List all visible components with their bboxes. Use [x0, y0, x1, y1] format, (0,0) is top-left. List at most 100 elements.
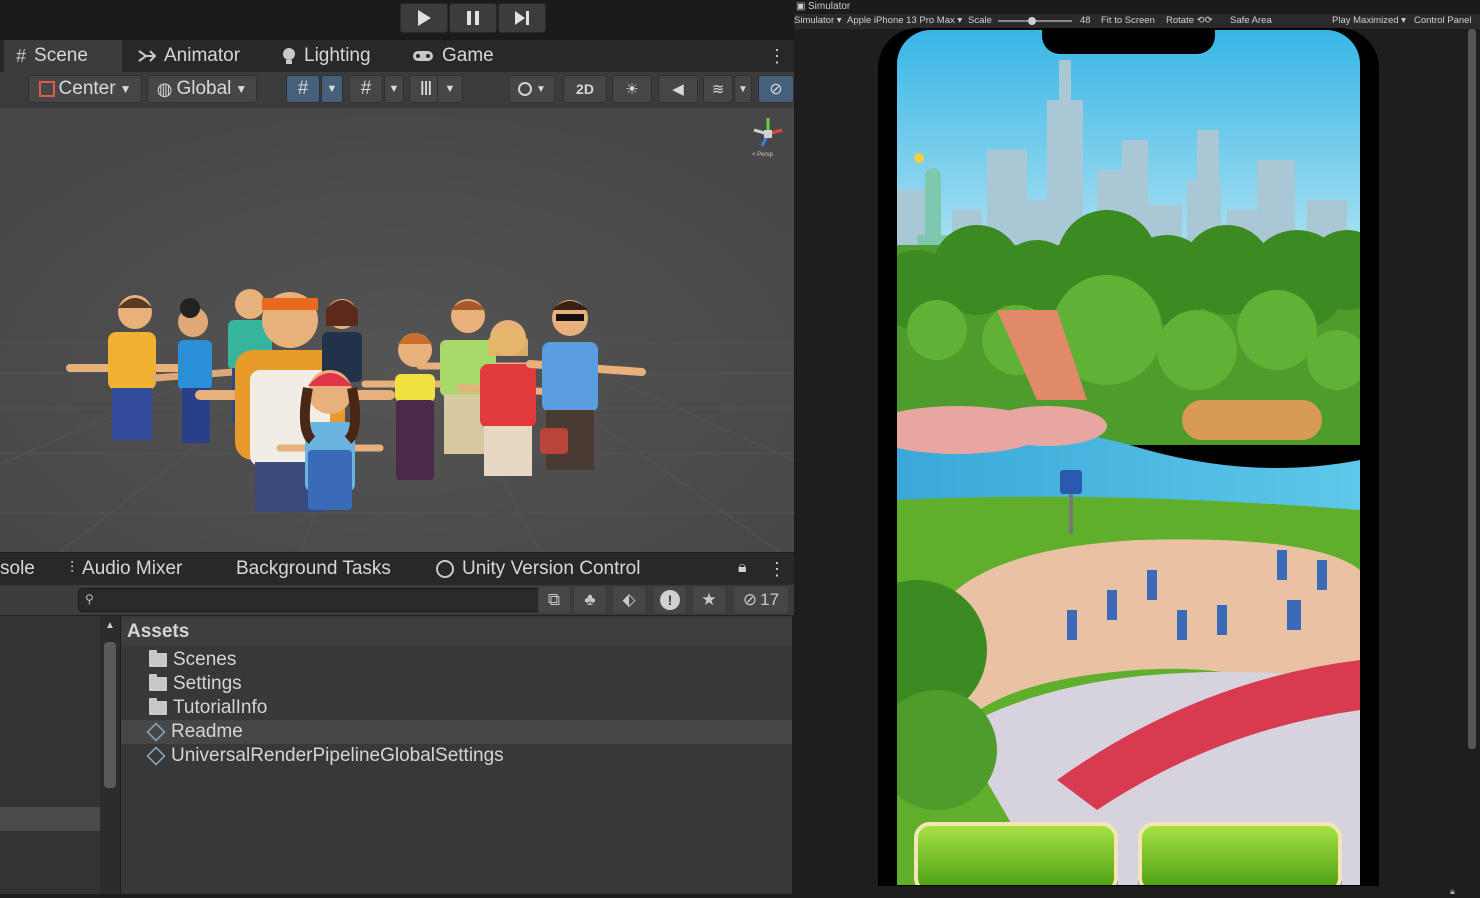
tab-lighting[interactable]: Lighting: [282, 40, 371, 72]
folder-icon: [149, 674, 167, 691]
tab-animator[interactable]: Animator: [138, 40, 240, 72]
effects-dropdown[interactable]: ▼: [734, 75, 752, 103]
rotate-button[interactable]: Rotate ⟲⟳: [1166, 15, 1213, 26]
grid-snap-button[interactable]: #: [286, 75, 320, 103]
kebab-menu-icon[interactable]: ⋮: [768, 559, 786, 579]
chevron-down-icon: ▼: [119, 82, 132, 96]
device-notch: [1042, 28, 1215, 54]
fit-to-screen-button[interactable]: Fit to Screen: [1101, 15, 1155, 26]
scrollbar-thumb[interactable]: [104, 642, 116, 788]
shading-mode-dropdown[interactable]: ▼: [509, 75, 555, 103]
scene-viewport[interactable]: < Persp: [0, 108, 794, 552]
pivot-dropdown[interactable]: Center ▼: [28, 75, 142, 103]
mode-2d-button[interactable]: 2D: [563, 75, 607, 103]
simulator-mode-dropdown[interactable]: Simulator ▾: [794, 15, 842, 26]
tab-scene[interactable]: # Scene: [4, 40, 122, 72]
star-icon: ★: [701, 590, 717, 609]
search-icon: ⚲: [85, 592, 94, 606]
control-panel-button[interactable]: Control Panel: [1414, 15, 1472, 26]
bulb-icon: [283, 48, 295, 64]
projection-label[interactable]: < Persp: [752, 152, 773, 158]
scale-slider-thumb[interactable]: [1028, 17, 1036, 25]
audio-toggle-button[interactable]: ◀: [658, 75, 698, 103]
lock-icon[interactable]: 🔒︎: [1450, 886, 1455, 897]
play-mode-dropdown[interactable]: Play Maximized ▾: [1332, 15, 1406, 26]
ruler-dropdown[interactable]: ▼: [437, 75, 463, 103]
orientation-gizmo[interactable]: [748, 114, 788, 154]
step-icon: [515, 11, 529, 25]
pivot-icon: [38, 81, 55, 97]
game-left-button[interactable]: [914, 822, 1118, 885]
lighting-toggle-button[interactable]: ☀: [612, 75, 652, 103]
safe-area-toggle[interactable]: Safe Area: [1230, 15, 1272, 26]
game-screen[interactable]: [897, 30, 1360, 885]
filter-issues-button[interactable]: !: [654, 587, 686, 613]
tree-selected-row[interactable]: [0, 807, 100, 831]
lock-icon[interactable]: 🔒︎: [738, 559, 747, 577]
filter-by-label-button[interactable]: ⬖: [613, 587, 645, 613]
scene-toolbar: Center ▼ ◍ Global ▼ # ▼ # ▼ Ⅲ ▼ ▼ 2D ☀ ◀…: [0, 72, 794, 109]
folder-tree-panel[interactable]: [0, 616, 101, 894]
project-files-panel: Assets Scenes Settings TutorialInfo Read…: [121, 616, 792, 894]
effects-button[interactable]: ≋: [703, 75, 733, 103]
tab-game[interactable]: Game: [412, 40, 494, 72]
shapes-icon: ♣: [584, 590, 596, 609]
list-item[interactable]: UniversalRenderPipelineGlobalSettings: [121, 744, 792, 768]
tree-scrollbar[interactable]: ▲: [100, 616, 121, 894]
search-window-icon: ⧉: [547, 590, 561, 609]
filter-by-type-button[interactable]: ♣: [574, 587, 606, 613]
increment-snap-button[interactable]: #: [349, 75, 383, 103]
scene-visibility-button[interactable]: ⊘: [758, 75, 794, 103]
character-bearded-man: [66, 295, 194, 440]
simulator-scrollbar[interactable]: [1468, 29, 1476, 749]
exclamation-icon: !: [660, 590, 680, 610]
play-icon: [418, 10, 431, 26]
kebab-menu-icon[interactable]: ⋮: [768, 46, 786, 66]
chevron-down-icon: ▼: [536, 83, 546, 95]
scroll-up-icon[interactable]: ▲: [105, 620, 115, 631]
grid-icon: #: [297, 78, 309, 99]
tab-console[interactable]: sole: [0, 553, 35, 585]
favorites-button[interactable]: ★: [693, 587, 725, 613]
game-scene-art: [897, 30, 1360, 885]
pause-icon: [467, 11, 479, 25]
grid-snap-dropdown[interactable]: ▼: [321, 75, 343, 103]
layers-icon: ≋: [711, 81, 725, 98]
device-dropdown[interactable]: Apple iPhone 13 Pro Max ▾: [847, 15, 962, 26]
play-button[interactable]: [400, 3, 448, 33]
simulator-toolbar: Simulator ▾ Apple iPhone 13 Pro Max ▾ Sc…: [794, 14, 1480, 29]
simulator-window-icon: ▣: [796, 1, 806, 12]
tag-icon: ⬖: [622, 590, 636, 609]
tab-background-tasks[interactable]: Background Tasks: [236, 553, 391, 585]
list-item[interactable]: Settings: [121, 672, 792, 696]
hidden-packages-button[interactable]: ⊘ 17: [734, 587, 788, 613]
scale-slider[interactable]: [998, 17, 1072, 25]
list-item[interactable]: TutorialInfo: [121, 696, 792, 720]
search-input[interactable]: ⚲: [78, 588, 540, 612]
assets-header[interactable]: Assets: [121, 618, 792, 646]
light-icon: ☀: [625, 81, 639, 98]
tab-unity-version-control[interactable]: Unity Version Control: [436, 553, 640, 585]
search-by-type-button[interactable]: ⧉: [538, 587, 570, 613]
chevron-down-icon: ▼: [235, 82, 248, 96]
list-item[interactable]: Readme: [121, 720, 792, 744]
step-button[interactable]: [498, 3, 546, 33]
bottom-tab-bar: sole ⫶ Audio Mixer Background Tasks Unit…: [0, 553, 794, 585]
scriptable-asset-icon: [146, 722, 166, 742]
folder-icon: [149, 698, 167, 715]
eye-slash-icon: ⊘: [742, 590, 758, 609]
eye-slash-icon: ⊘: [769, 81, 783, 98]
game-right-button[interactable]: [1138, 822, 1342, 885]
globe-icon: ◍: [156, 78, 173, 99]
increment-snap-dropdown[interactable]: ▼: [384, 75, 404, 103]
ruler-icon: Ⅲ: [419, 78, 433, 100]
play-bar: [0, 0, 794, 40]
folder-icon: [149, 650, 167, 667]
chevron-down-icon: ▼: [388, 83, 400, 95]
list-item[interactable]: Scenes: [121, 648, 792, 672]
character-woman-hair: [322, 299, 362, 382]
space-dropdown[interactable]: ◍ Global ▼: [147, 75, 257, 103]
tab-audio-mixer[interactable]: ⫶ Audio Mixer: [70, 553, 182, 585]
pause-button[interactable]: [449, 3, 497, 33]
simulator-window-header: ▣ Simulator: [794, 0, 1480, 14]
